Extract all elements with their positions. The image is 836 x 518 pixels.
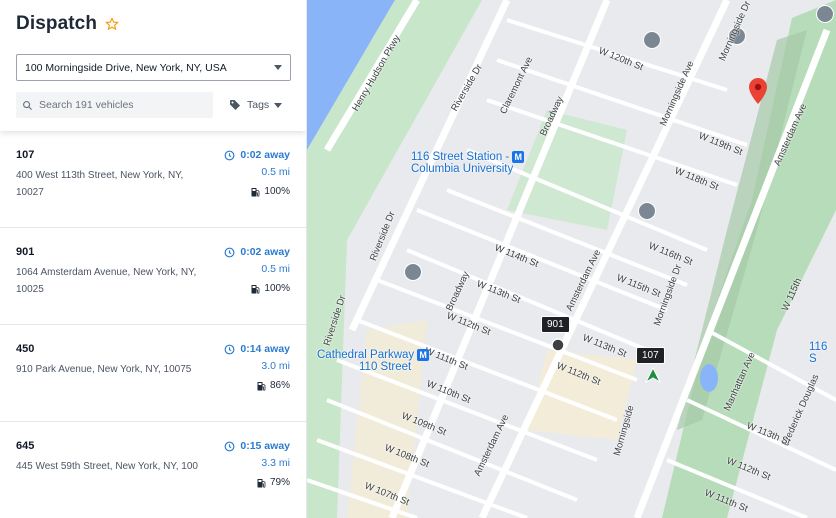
poi-label-line1: Cathedral Parkway <box>317 349 415 362</box>
fuel-level: 100% <box>264 283 290 294</box>
eta-text: 0:02 away <box>240 246 290 258</box>
address-select[interactable]: 100 Morningside Drive, New York, NY, USA <box>16 54 291 81</box>
eta-text: 0:02 away <box>240 149 290 161</box>
poi-label-line2: Columbia University <box>411 163 514 176</box>
fuel-level: 100% <box>264 186 290 197</box>
vehicle-row-107[interactable]: 107 400 West 113th Street, New York, NY,… <box>0 131 306 228</box>
favorite-star-icon[interactable] <box>105 17 119 31</box>
vehicle-tag-901[interactable]: 901 <box>541 316 570 333</box>
page-title: Dispatch <box>16 13 98 34</box>
poi-cathedral-parkway[interactable]: Cathedral Parkway M 110 Street <box>317 349 430 374</box>
fuel: 79% <box>224 477 290 488</box>
vehicle-row-450[interactable]: 450 910 Park Avenue, New York, NY, 10075… <box>0 325 306 422</box>
university-icon[interactable] <box>404 263 422 281</box>
search-icon <box>23 100 33 110</box>
vehicle-address-line2: 10025 <box>16 284 44 295</box>
poi-label-line2: 110 Street <box>359 361 412 374</box>
chevron-down-icon <box>274 65 282 70</box>
university-icon[interactable] <box>816 5 834 23</box>
subway-icon: M <box>512 151 525 163</box>
map-view[interactable]: Henry Hudson Pkwy Riverside Dr Claremont… <box>307 0 836 518</box>
university-icon[interactable] <box>643 31 661 49</box>
tag-icon <box>230 100 240 110</box>
eta-text: 0:14 away <box>240 343 290 355</box>
search-box <box>16 92 213 118</box>
search-input[interactable] <box>39 99 209 111</box>
vehicle-meta: 0:15 away 3.3 mi 79% <box>224 440 290 488</box>
vehicle-row-901[interactable]: 901 1064 Amsterdam Avenue, New York, NY,… <box>0 228 306 325</box>
map-base <box>307 0 836 518</box>
distance: 3.3 mi <box>261 457 290 469</box>
clock-icon <box>224 441 235 451</box>
fuel-level: 86% <box>269 380 290 391</box>
vehicle-meta: 0:14 away 3.0 mi 86% <box>224 343 290 391</box>
vehicle-list: 107 400 West 113th Street, New York, NY,… <box>0 131 306 518</box>
vehicle-address-line1: 1064 Amsterdam Avenue, New York, NY, <box>16 267 197 278</box>
clock-icon <box>224 247 235 257</box>
tags-label: Tags <box>247 99 270 111</box>
subway-icon: M <box>417 349 430 361</box>
vehicle-address: 1064 Amsterdam Avenue, New York, NY, 100… <box>16 264 211 298</box>
fuel: 100% <box>224 186 290 197</box>
fuel: 100% <box>224 283 290 294</box>
vehicle-address-line1: 445 West 59th Street, New York, NY, 100 <box>16 461 198 472</box>
vehicle-address-line1: 400 West 113th Street, New York, NY, <box>16 170 184 181</box>
vehicle-address: 400 West 113th Street, New York, NY, 100… <box>16 167 211 201</box>
clock-icon <box>224 344 235 354</box>
fuel-pump-icon <box>251 284 260 294</box>
vehicle-row-645[interactable]: 645 445 West 59th Street, New York, NY, … <box>0 422 306 518</box>
university-icon[interactable] <box>638 202 656 220</box>
fuel-pump-icon <box>257 478 266 488</box>
dispatch-app: Dispatch 100 Morningside Drive, New York… <box>0 0 836 518</box>
vehicle-address: 445 West 59th Street, New York, NY, 100 <box>16 458 216 475</box>
park-pond <box>700 364 718 392</box>
title-row: Dispatch <box>16 12 290 36</box>
distance: 0.5 mi <box>261 263 290 275</box>
poi-116-street-station[interactable]: 116 Street Station -M Columbia Universit… <box>411 151 525 176</box>
fuel: 86% <box>224 380 290 391</box>
sidebar: Dispatch 100 Morningside Drive, New York… <box>0 0 307 518</box>
vehicle-meta: 0:02 away 0.5 mi 100% <box>224 246 290 294</box>
poi-edge-label: 116 S <box>809 341 828 365</box>
tags-filter-button[interactable]: Tags <box>229 99 283 111</box>
eta: 0:15 away <box>224 440 290 452</box>
chevron-down-icon <box>274 102 283 108</box>
eta-text: 0:15 away <box>240 440 290 452</box>
eta: 0:14 away <box>224 343 290 355</box>
vehicle-address-line2: 10027 <box>16 187 44 198</box>
distance: 3.0 mi <box>261 360 290 372</box>
eta: 0:02 away <box>224 246 290 258</box>
sidebar-header: Dispatch 100 Morningside Drive, New York… <box>0 0 306 131</box>
vehicle-meta: 0:02 away 0.5 mi 100% <box>224 149 290 197</box>
poi-label-line1: 116 Street Station - <box>411 151 510 164</box>
vehicle-901-dot-icon[interactable] <box>551 338 565 352</box>
clock-icon <box>224 150 235 160</box>
vehicle-address: 910 Park Avenue, New York, NY, 10075 <box>16 361 216 378</box>
address-value: 100 Morningside Drive, New York, NY, USA <box>25 61 227 74</box>
fuel-level: 79% <box>269 477 290 488</box>
vehicle-tag-107[interactable]: 107 <box>636 347 665 364</box>
eta: 0:02 away <box>224 149 290 161</box>
distance: 0.5 mi <box>261 166 290 178</box>
fuel-pump-icon <box>257 381 266 391</box>
search-row: Tags <box>16 92 290 118</box>
vehicle-address-line1: 910 Park Avenue, New York, NY, 10075 <box>16 364 192 375</box>
fuel-pump-icon <box>251 187 260 197</box>
